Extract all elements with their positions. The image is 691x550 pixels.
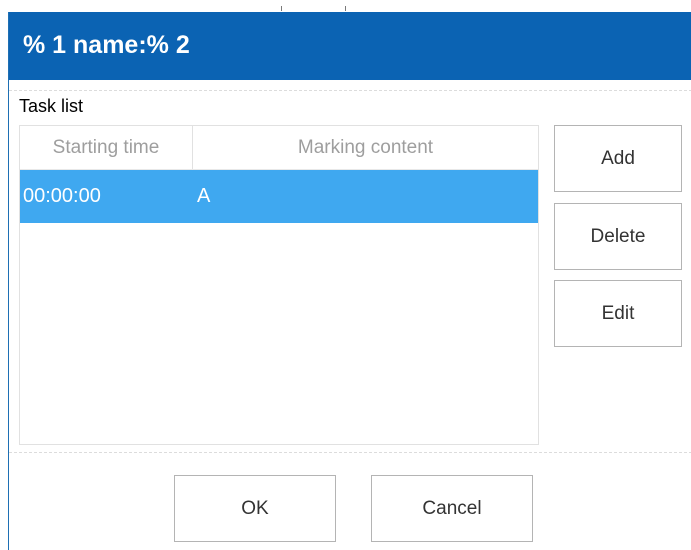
- column-header-starting-time[interactable]: Starting time: [20, 126, 193, 169]
- table-header: Starting time Marking content: [20, 126, 538, 170]
- column-header-marking-content[interactable]: Marking content: [193, 126, 538, 169]
- top-tick-mark: [345, 6, 346, 11]
- task-table[interactable]: Starting time Marking content 00:00:00 A: [19, 125, 539, 445]
- table-row[interactable]: 00:00:00 A: [20, 170, 538, 223]
- section-label: Task list: [19, 96, 84, 116]
- cell-marking-content: A: [197, 185, 211, 207]
- top-divider: [9, 90, 691, 91]
- add-button[interactable]: Add: [554, 125, 682, 192]
- cancel-button[interactable]: Cancel: [371, 475, 533, 542]
- top-tick-mark: [281, 6, 282, 11]
- cell-starting-time: 00:00:00: [23, 185, 101, 207]
- window-top-strip: [0, 0, 691, 12]
- task-list-dialog: % 1 name:% 2 Task list Starting time Mar…: [8, 12, 691, 550]
- ok-button[interactable]: OK: [174, 475, 336, 542]
- title-bar[interactable]: % 1 name:% 2: [9, 12, 691, 80]
- edit-button[interactable]: Edit: [554, 280, 682, 347]
- dialog-title: % 1 name:% 2: [23, 31, 190, 59]
- delete-button[interactable]: Delete: [554, 203, 682, 270]
- bottom-divider: [9, 452, 691, 453]
